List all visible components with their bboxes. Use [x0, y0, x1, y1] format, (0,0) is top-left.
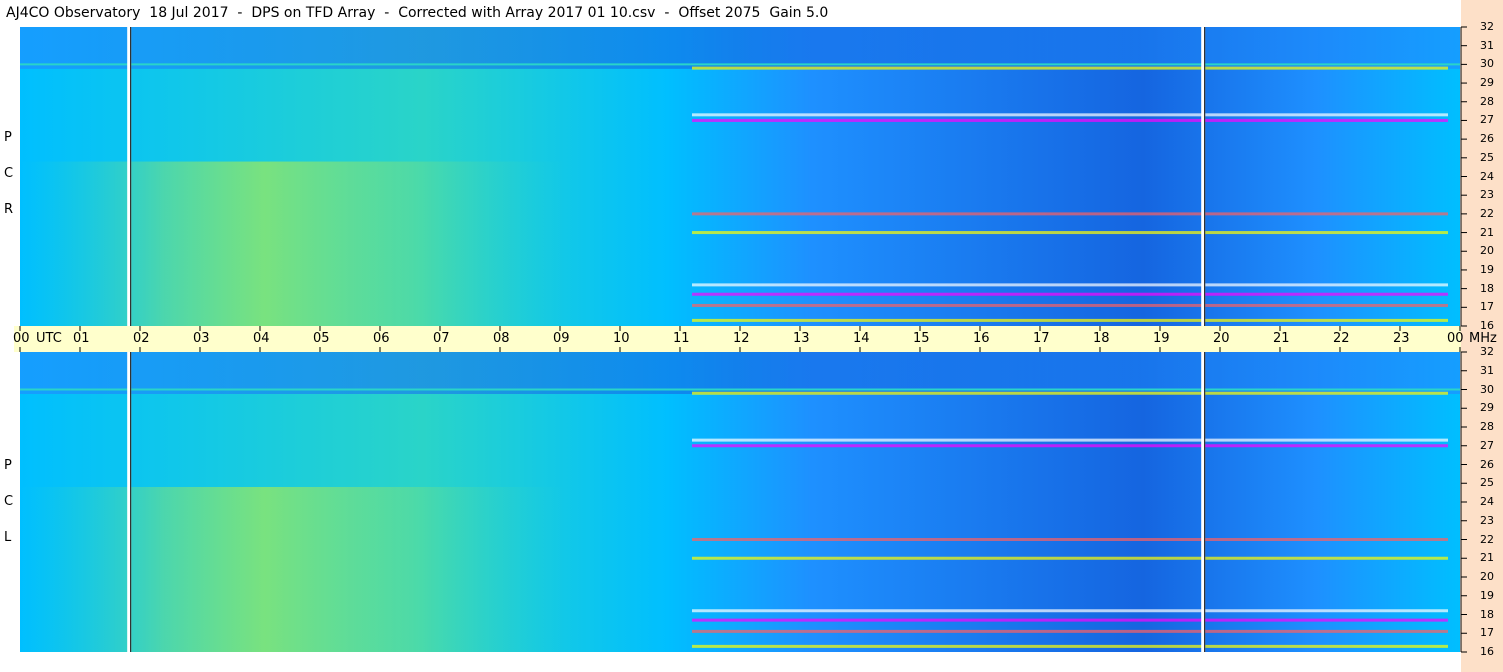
band-feature [692, 538, 1448, 541]
band-feature [692, 556, 1448, 560]
data-gap-edge [1204, 352, 1206, 652]
band-feature [692, 438, 1448, 442]
band-feature [692, 629, 1448, 633]
solar-noise-region [20, 487, 1460, 652]
solar-noise-region [20, 161, 1460, 326]
data-gap-edge [130, 27, 132, 326]
band-feature [692, 318, 1448, 322]
band-feature [692, 618, 1448, 622]
band-feature [692, 113, 1448, 117]
interference-line [20, 63, 1460, 66]
interference-line [20, 388, 1460, 391]
band-feature [692, 303, 1448, 307]
band-feature [692, 391, 1448, 395]
data-gap-edge [1204, 27, 1206, 326]
band-feature [692, 292, 1448, 296]
band-feature [692, 118, 1448, 122]
band-feature [692, 609, 1448, 613]
spectrogram-window: AJ4CO Observatory 18 Jul 2017 - DPS on T… [0, 0, 1503, 672]
high-frequency-band [20, 27, 1460, 69]
data-gap-edge [130, 352, 132, 652]
spectrogram-plot [19, 26, 1467, 653]
band-feature [692, 644, 1448, 648]
high-frequency-band [20, 352, 1460, 394]
band-feature [692, 231, 1448, 235]
band-feature [692, 283, 1448, 287]
band-feature [692, 444, 1448, 448]
band-feature [692, 66, 1448, 70]
band-feature [692, 212, 1448, 216]
